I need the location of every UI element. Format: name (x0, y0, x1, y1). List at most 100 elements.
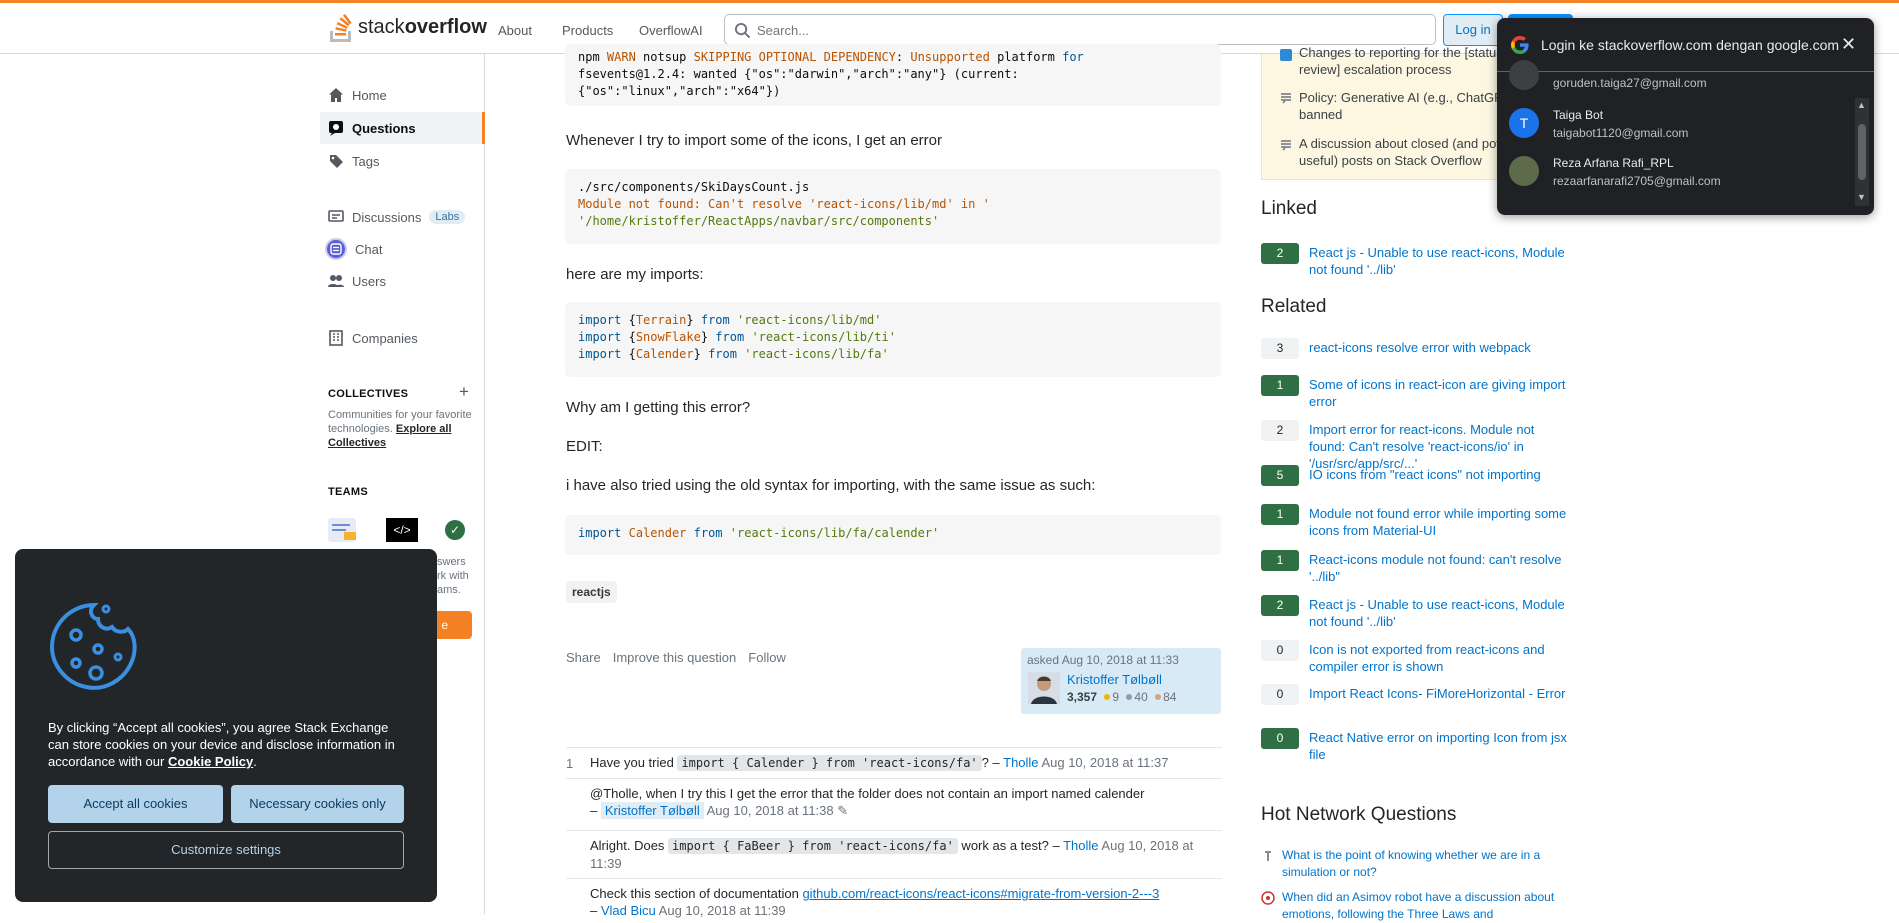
sidebar-item-companies[interactable]: Companies (320, 322, 485, 354)
comment-user[interactable]: Kristoffer Tølbøll (600, 802, 704, 819)
popup-scrollbar[interactable]: ▲ ▼ (1855, 98, 1869, 206)
cookie-policy-link[interactable]: Cookie Policy (168, 754, 253, 769)
comment-link[interactable]: github.com/react-icons/react-icons#migra… (802, 886, 1159, 901)
npm-line-3: {"os":"linux","arch":"x64"}) (578, 84, 781, 98)
comment-text: @Tholle, when I try this I get the error… (590, 786, 1145, 801)
owner-username[interactable]: Kristoffer Tølbøll (1067, 672, 1162, 687)
question-title-link[interactable]: IO icons from "react icons" not importin… (1309, 466, 1569, 483)
silver-badge-icon (1126, 694, 1133, 700)
comment-date[interactable]: 11:39 (590, 856, 622, 871)
comment-date[interactable]: Aug 10, 2018 at 11:38 (707, 803, 834, 818)
comment-dash: – (590, 803, 598, 818)
google-account-row[interactable]: T Taiga Bot taigabot1120@gmail.com (1509, 104, 1839, 146)
question-score-badge: 2 (1261, 595, 1299, 616)
hot-question-title: When did an Asimov robot have a discussi… (1282, 890, 1555, 921)
comment-date[interactable]: Aug 10, 2018 at (1101, 838, 1193, 853)
question-paragraph: EDIT: (566, 438, 603, 455)
comment-text: ? – (981, 755, 1000, 770)
code-token: from (693, 526, 723, 540)
comment-text: Alright. Does (590, 838, 669, 853)
sidebar-item-users[interactable]: Users (320, 265, 485, 297)
question-title-link[interactable]: Icon is not exported from react-icons an… (1309, 641, 1569, 675)
question-score-badge: 0 (1261, 728, 1299, 749)
question-title-link[interactable]: Some of icons in react-icon are giving i… (1309, 376, 1569, 410)
code-token: notsup (635, 50, 694, 64)
add-collective-icon[interactable]: + (459, 382, 469, 402)
sidebar-item-home[interactable]: Home (320, 79, 485, 111)
chat-icon (325, 238, 347, 260)
avatar: T (1509, 108, 1539, 138)
sidebar-item-questions[interactable]: Questions (320, 112, 485, 144)
question-paragraph: i have also tried using the old syntax f… (566, 477, 1096, 494)
necessary-cookies-button[interactable]: Necessary cookies only (231, 785, 404, 823)
nav-products[interactable]: Products (562, 23, 613, 38)
comment-date[interactable]: Aug 10, 2018 at 11:37 (1041, 755, 1168, 770)
comment-user[interactable]: Tholle (1003, 755, 1038, 770)
code-token: 'react-icons/lib/fa/calender' (729, 526, 940, 540)
nav-overflowai[interactable]: OverflowAI (639, 23, 703, 38)
question-title-link[interactable]: react-icons resolve error with webpack (1309, 339, 1569, 356)
question-title-link[interactable]: React js - Unable to use react-icons, Mo… (1309, 596, 1569, 630)
comment-user[interactable]: Vlad Bicu (601, 903, 656, 918)
error-code-block: ./src/components/SkiDaysCount.js Module … (565, 169, 1221, 244)
sidebar-item-label: Questions (352, 120, 416, 136)
sidebar-item-tags[interactable]: Tags (320, 145, 485, 177)
account-email: rezaarfanarafi2705@gmail.com (1553, 174, 1721, 188)
scroll-down-icon[interactable]: ▼ (1857, 192, 1866, 202)
code-token: SKIPPING OPTIONAL DEPENDENCY (693, 50, 896, 64)
google-account-row[interactable]: Reza Arfana Rafi_RPL rezaarfanarafi2705@… (1509, 152, 1839, 194)
comment-date[interactable]: Aug 10, 2018 at 11:39 (659, 903, 786, 918)
question-actions: Share Improve this question Follow (566, 650, 786, 665)
follow-link[interactable]: Follow (748, 650, 786, 665)
code-token: SnowFlake (635, 330, 701, 344)
meta-text: Changes to reporting for the [status- (1299, 45, 1508, 60)
question-score-badge: 0 (1261, 684, 1299, 705)
code-token: platform (989, 50, 1063, 64)
comment-user[interactable]: Tholle (1063, 838, 1098, 853)
account-name: Taiga Bot (1553, 108, 1604, 122)
comment: Alright. Does import { FaBeer } from 're… (566, 830, 1222, 878)
tag-reactjs[interactable]: reactjs (566, 581, 617, 603)
gold-count: 9 (1112, 690, 1120, 704)
collectives-heading: COLLECTIVES (328, 388, 409, 400)
google-popup-title: Login ke stackoverflow.com dengan google… (1541, 37, 1840, 53)
customize-settings-button[interactable]: Customize settings (48, 831, 404, 869)
nav-about[interactable]: About (498, 23, 532, 38)
sidebar-item-discussions[interactable]: Discussions Labs (320, 201, 485, 233)
improve-question-link[interactable]: Improve this question (613, 650, 737, 665)
question-score-badge: 1 (1261, 550, 1299, 571)
stackoverflow-logo[interactable]: stackoverflow (328, 12, 487, 42)
accept-all-cookies-button[interactable]: Accept all cookies (48, 785, 223, 823)
logo-text-light: stack (358, 15, 405, 38)
silver-count: 40 (1134, 690, 1148, 704)
sidebar-item-chat[interactable]: Chat (320, 233, 485, 265)
question-title-link[interactable]: Module not found error while importing s… (1309, 505, 1569, 539)
scroll-up-icon[interactable]: ▲ (1857, 100, 1866, 110)
search-box[interactable] (724, 14, 1436, 45)
code-token: from (715, 330, 745, 344)
question-title-link[interactable]: React js - Unable to use react-icons, Mo… (1309, 244, 1569, 278)
google-account-row[interactable]: goruden.taiga27@gmail.com (1509, 60, 1839, 104)
discussions-icon (328, 209, 344, 225)
question-title-link[interactable]: React Native error on importing Icon fro… (1309, 729, 1569, 763)
question-title-link[interactable]: Import React Icons- FiMoreHorizontal - E… (1309, 685, 1569, 702)
comment: 1 Have you tried import { Calender } fro… (566, 747, 1222, 778)
code-token: from (708, 347, 737, 361)
login-button[interactable]: Log in (1443, 14, 1503, 46)
scrollbar-thumb[interactable] (1858, 124, 1866, 180)
question-title-link[interactable]: React-icons module not found: can't reso… (1309, 551, 1569, 585)
comment: @Tholle, when I try this I get the error… (566, 778, 1222, 830)
meta-text: useful) posts on Stack Overflow (1299, 153, 1482, 168)
avatar[interactable] (1028, 672, 1060, 704)
close-icon[interactable]: ✕ (1841, 34, 1856, 55)
share-link[interactable]: Share (566, 650, 601, 665)
teams-heading: TEAMS (328, 486, 368, 498)
question-title-link[interactable]: Import error for react-icons. Module not… (1309, 421, 1569, 472)
search-input[interactable] (757, 19, 1407, 41)
code-token: import (578, 330, 622, 344)
code-token: Calender (628, 526, 687, 540)
edit-pencil-icon[interactable]: ✎ (837, 803, 848, 818)
code-token: Unsupported (910, 50, 990, 64)
collectives-description: Communities for your favorite technologi… (328, 408, 478, 450)
users-icon (328, 273, 344, 289)
